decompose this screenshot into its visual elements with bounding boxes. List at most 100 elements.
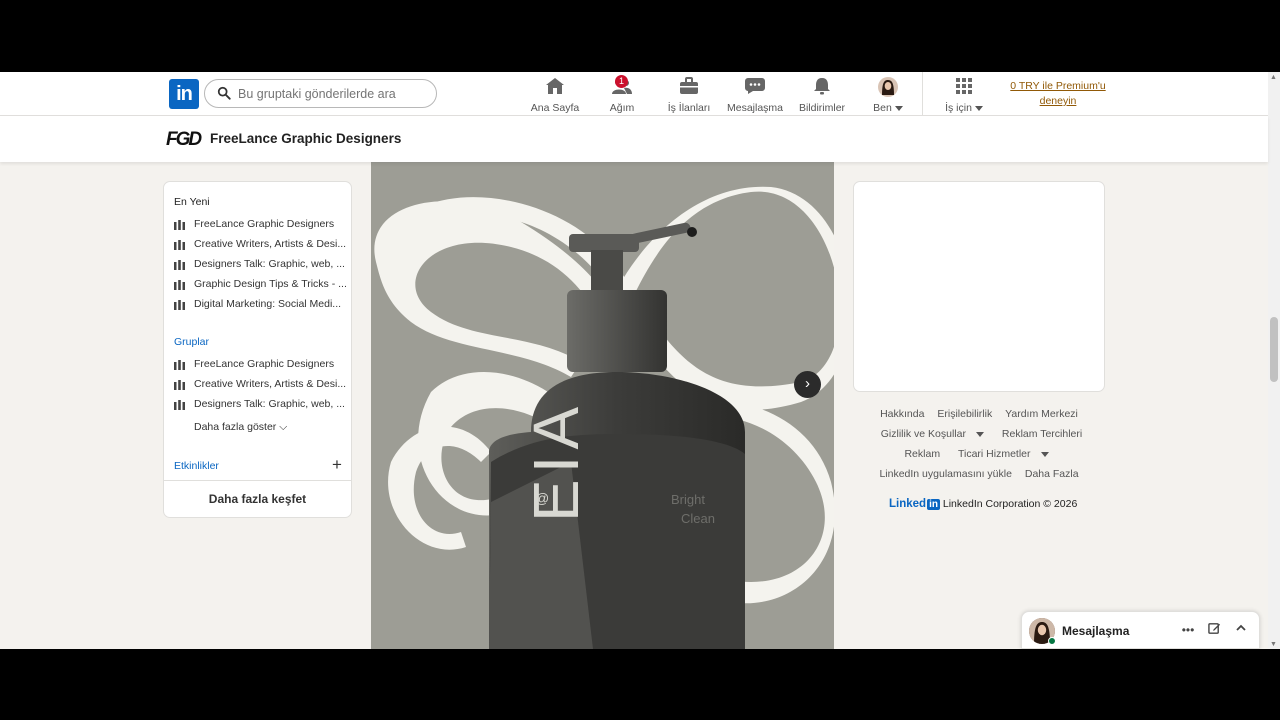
group-header: FGD FreeLance Graphic Designers: [0, 116, 1268, 162]
chevron-up-icon[interactable]: [1233, 622, 1249, 638]
messaging-title: Mesajlaşma: [1062, 624, 1130, 638]
list-item-label: Digital Marketing: Social Medi...: [194, 298, 342, 310]
nav-messaging-label: Mesajlaşma: [727, 102, 784, 114]
copyright-text: LinkedIn Corporation © 2026: [942, 498, 1078, 510]
group-icon: [174, 380, 185, 390]
messaging-icon: [745, 78, 765, 94]
top-navigation: in Ana Sayfa 1 Ağım İş İlanları Mesajlaş…: [0, 72, 1268, 116]
list-item-label: Creative Writers, Artists & Desi...: [194, 378, 346, 390]
group-icon: [174, 400, 185, 410]
search-input[interactable]: [238, 84, 428, 104]
compose-icon[interactable]: [1206, 622, 1222, 638]
recent-group-item[interactable]: Designers Talk: Graphic, web, ...: [174, 256, 346, 274]
post-image[interactable]: EIA @ Bright Clean: [371, 162, 834, 649]
show-more-button[interactable]: Daha fazla göster ⌵: [194, 421, 287, 434]
premium-line-2: deneyin: [1039, 95, 1077, 107]
bottle-label-line1: Bright: [671, 492, 705, 507]
product-photo: [371, 162, 834, 649]
chevron-down-icon: [974, 105, 983, 111]
recent-title: En Yeni: [174, 196, 210, 208]
chevron-down-icon: [1040, 451, 1049, 457]
discover-more-button[interactable]: Daha fazla keşfet: [164, 480, 351, 518]
group-list-item[interactable]: Designers Talk: Graphic, web, ...: [174, 396, 346, 414]
page-viewport: in Ana Sayfa 1 Ağım İş İlanları Mesajlaş…: [0, 72, 1280, 649]
search-box[interactable]: [204, 79, 437, 108]
nav-jobs-label: İş İlanları: [667, 102, 711, 114]
chevron-down-icon: [894, 105, 903, 111]
nav-for-business-label: İş için: [942, 102, 986, 114]
linkedin-logo[interactable]: in: [169, 79, 199, 109]
groups-title[interactable]: Gruplar: [174, 336, 209, 348]
recent-group-item[interactable]: Graphic Design Tips & Tricks - ...: [174, 276, 346, 294]
notification-badge: 1: [615, 75, 628, 88]
left-sidebar: En Yeni FreeLance Graphic Designers Creat…: [163, 181, 352, 518]
group-icon: [174, 240, 185, 250]
search-icon: [217, 86, 231, 100]
messaging-bar[interactable]: Mesajlaşma •••: [1021, 611, 1260, 649]
footer-business-link[interactable]: Ticari Hizmetler: [953, 448, 1054, 460]
nav-for-business[interactable]: İş için: [942, 77, 986, 114]
online-status-dot: [1048, 637, 1056, 645]
recent-group-item[interactable]: FreeLance Graphic Designers: [174, 216, 346, 234]
nav-home[interactable]: Ana Sayfa: [528, 77, 582, 114]
footer-ad-prefs-link[interactable]: Reklam Tercihleri: [1002, 428, 1082, 440]
premium-line-1: 0 TRY ile Premium'u: [1010, 80, 1106, 92]
recent-group-item[interactable]: Digital Marketing: Social Medi...: [174, 296, 346, 314]
group-logo[interactable]: FGD: [166, 129, 202, 151]
list-item-label: FreeLance Graphic Designers: [194, 358, 335, 370]
scroll-up-arrow-icon[interactable]: ▲: [1270, 74, 1277, 81]
nav-notifications[interactable]: Bildirimler: [796, 77, 848, 114]
bottle-label-line2: Clean: [681, 511, 715, 526]
group-title[interactable]: FreeLance Graphic Designers: [210, 131, 401, 146]
recent-group-item[interactable]: Creative Writers, Artists & Desi...: [174, 236, 346, 254]
group-icon: [174, 280, 185, 290]
chevron-right-icon: ›: [805, 375, 810, 392]
scrollbar-thumb[interactable]: [1270, 317, 1278, 382]
list-item-label: Designers Talk: Graphic, web, ...: [194, 258, 345, 270]
group-icon: [174, 260, 185, 270]
events-title[interactable]: Etkinlikler: [174, 460, 219, 472]
copyright: Linked in LinkedIn Corporation © 2026: [889, 498, 1077, 510]
nav-messaging[interactable]: Mesajlaşma: [727, 77, 784, 114]
footer-accessibility-link[interactable]: Erişilebilirlik: [937, 408, 992, 420]
list-item-label: Creative Writers, Artists & Desi...: [194, 238, 346, 250]
chevron-down-icon: ⌵: [279, 421, 288, 433]
avatar: [878, 77, 898, 97]
next-image-button[interactable]: ›: [794, 371, 821, 398]
group-icon: [174, 360, 185, 370]
bottle-at-symbol: @: [535, 490, 550, 506]
grid-icon: [956, 78, 972, 94]
footer-app-link[interactable]: LinkedIn uygulamasını yükle: [879, 468, 1012, 480]
nav-network[interactable]: 1 Ağım: [603, 75, 641, 114]
group-list-item[interactable]: Creative Writers, Artists & Desi...: [174, 376, 346, 394]
nav-me[interactable]: Ben: [868, 77, 908, 114]
page-scrollbar[interactable]: ▲ ▼: [1268, 72, 1280, 649]
footer-about-link[interactable]: Hakkında: [880, 408, 924, 420]
more-options-icon[interactable]: •••: [1180, 622, 1196, 638]
list-item-label: FreeLance Graphic Designers: [194, 218, 335, 230]
footer-more-link[interactable]: Daha Fazla: [1025, 468, 1079, 480]
add-event-icon[interactable]: +: [332, 455, 342, 475]
nav-divider: [922, 72, 923, 116]
list-item-label: Graphic Design Tips & Tricks - ...: [194, 278, 346, 290]
bottle-brand-text: EIA: [520, 400, 592, 522]
footer-privacy-link[interactable]: Gizlilik ve Koşullar: [876, 428, 989, 440]
footer-help-link[interactable]: Yardım Merkezi: [1005, 408, 1078, 420]
home-icon: [546, 78, 564, 94]
scroll-down-arrow-icon[interactable]: ▼: [1270, 641, 1277, 648]
chevron-down-icon: [975, 431, 984, 437]
bell-icon: [814, 78, 830, 95]
list-item-label: Designers Talk: Graphic, web, ...: [194, 398, 345, 410]
briefcase-icon: [680, 77, 698, 94]
nav-home-label: Ana Sayfa: [530, 102, 580, 114]
premium-link[interactable]: 0 TRY ile Premium'u deneyin: [1003, 79, 1113, 109]
linkedin-wordmark: Linked in: [889, 498, 940, 510]
nav-notifications-label: Bildirimler: [798, 102, 846, 114]
nav-network-label: Ağım: [609, 102, 635, 114]
right-ad-card: [853, 181, 1105, 392]
group-list-item[interactable]: FreeLance Graphic Designers: [174, 356, 346, 374]
group-icon: [174, 220, 185, 230]
group-icon: [174, 300, 185, 310]
nav-jobs[interactable]: İş İlanları: [664, 77, 714, 114]
footer-ads-link[interactable]: Reklam: [904, 448, 940, 460]
